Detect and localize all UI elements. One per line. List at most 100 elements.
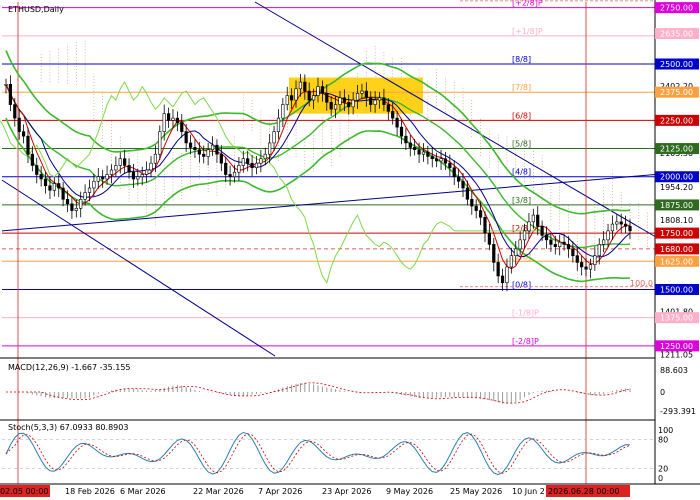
stoch-scale-label: 100: [658, 426, 673, 435]
candle-body: [210, 144, 215, 150]
macd-scale-label: -293.391: [660, 407, 696, 416]
candle-body: [593, 255, 597, 265]
candle-body: [118, 158, 122, 166]
candle-body: [558, 241, 562, 247]
candle-body: [602, 239, 606, 245]
candle-body: [483, 217, 487, 234]
candle-body: [43, 178, 48, 187]
candle-body: [202, 153, 206, 157]
candle-body: [281, 104, 285, 119]
murrey-label: [3/8]: [512, 196, 531, 205]
candle-body: [52, 183, 56, 191]
candle-body: [246, 158, 250, 164]
stoch-scale-label: 20: [658, 464, 668, 473]
murrey-label: [-1/8]P: [512, 309, 539, 318]
price-tag-label: 1625.00: [660, 257, 693, 266]
candle-body: [496, 262, 500, 277]
candle-body: [329, 102, 333, 110]
candle-body: [426, 151, 430, 157]
stoch-title: Stoch(5,3,3) 67.0933 80.8903: [8, 423, 128, 432]
price-tag-label: 1500.00: [660, 285, 693, 294]
candle-body: [448, 162, 452, 169]
murrey-label: [5/8]: [512, 140, 531, 149]
price-tag-label: 1750.00: [660, 229, 693, 238]
price-tag-label: 2750.00: [660, 4, 693, 13]
candle-body: [461, 180, 465, 189]
price-tag-label: 1680.00: [660, 245, 693, 254]
candle-body: [268, 142, 272, 155]
candle-body: [505, 266, 509, 284]
price-tag-label: 1875.00: [660, 201, 693, 210]
time-axis-label: 9 May 2026: [386, 487, 433, 496]
murrey-label: [8/8]: [512, 55, 531, 64]
candle-body: [158, 131, 162, 155]
macd-scale-label: 0: [660, 388, 665, 397]
candle-body: [237, 165, 241, 173]
candle-body: [338, 97, 342, 105]
candle-body: [83, 192, 87, 200]
candle-body: [597, 244, 601, 256]
price-tag-label: 1375.00: [660, 314, 693, 323]
time-axis-label: 02.05 00:00: [0, 487, 49, 496]
price-chart[interactable]: [+2/8]P[+1/8]P[8/8][7/8][6/8][5/8][4/8][…: [0, 0, 700, 500]
candle-body: [87, 187, 92, 193]
candle-body: [180, 122, 184, 132]
candle-body: [408, 142, 412, 148]
time-axis-label: 22 Mar 2026: [193, 487, 244, 496]
candle-body: [500, 275, 505, 284]
candle-body: [386, 104, 390, 112]
candle-body: [35, 165, 39, 175]
candle-body: [619, 221, 623, 225]
price-axis-label: 1211.05: [660, 351, 693, 360]
candle-body: [70, 203, 74, 211]
candle-body: [588, 264, 593, 270]
candle-body: [566, 244, 571, 250]
candle-body: [452, 167, 456, 178]
candle-body: [206, 149, 210, 157]
candle-body: [430, 156, 434, 160]
candle-body: [101, 176, 105, 180]
candle-body: [188, 142, 193, 148]
candle-body: [369, 97, 373, 105]
candle-body: [382, 97, 386, 105]
candle-body: [413, 147, 417, 150]
time-axis-label: 2026.06.28 00:00: [548, 487, 619, 496]
candle-body: [184, 131, 188, 144]
candle-body: [215, 144, 219, 155]
candle-body: [610, 223, 615, 232]
candle-body: [79, 198, 83, 209]
candle-body: [457, 176, 461, 182]
price-tag-label: 2500.00: [660, 60, 693, 69]
candle-body: [606, 230, 610, 241]
murrey-label: [-2/8]P: [512, 337, 539, 346]
candle-body: [417, 149, 421, 155]
stoch-scale-label: 80: [658, 436, 668, 445]
candle-body: [391, 111, 395, 119]
candle-body: [509, 255, 513, 268]
candle-body: [443, 158, 448, 164]
candle-body: [478, 210, 483, 218]
candle-body: [298, 81, 303, 90]
candle-body: [514, 248, 518, 256]
candle-body: [232, 171, 237, 178]
candle-body: [8, 83, 12, 105]
candle-body: [360, 90, 364, 94]
candle-body: [21, 131, 26, 137]
price-tag-label: 2250.00: [660, 116, 693, 125]
candle-body: [527, 221, 531, 232]
candle-body: [549, 239, 553, 245]
candle-body: [364, 90, 368, 99]
candle-body: [74, 208, 78, 211]
murrey-label: [6/8]: [512, 111, 531, 120]
candle-body: [162, 113, 166, 132]
price-axis-label: 1808.10: [660, 216, 693, 225]
candle-body: [290, 95, 294, 101]
candle-body: [312, 95, 316, 101]
murrey-label: [4/8]: [512, 168, 531, 177]
candle-body: [399, 126, 404, 137]
murrey-label: [0/8]: [512, 280, 531, 289]
time-axis-label: 7 Apr 2026: [258, 487, 302, 496]
price-axis-label: 1954.20: [660, 183, 693, 192]
candle-body: [628, 226, 632, 232]
candle-body: [303, 81, 307, 92]
